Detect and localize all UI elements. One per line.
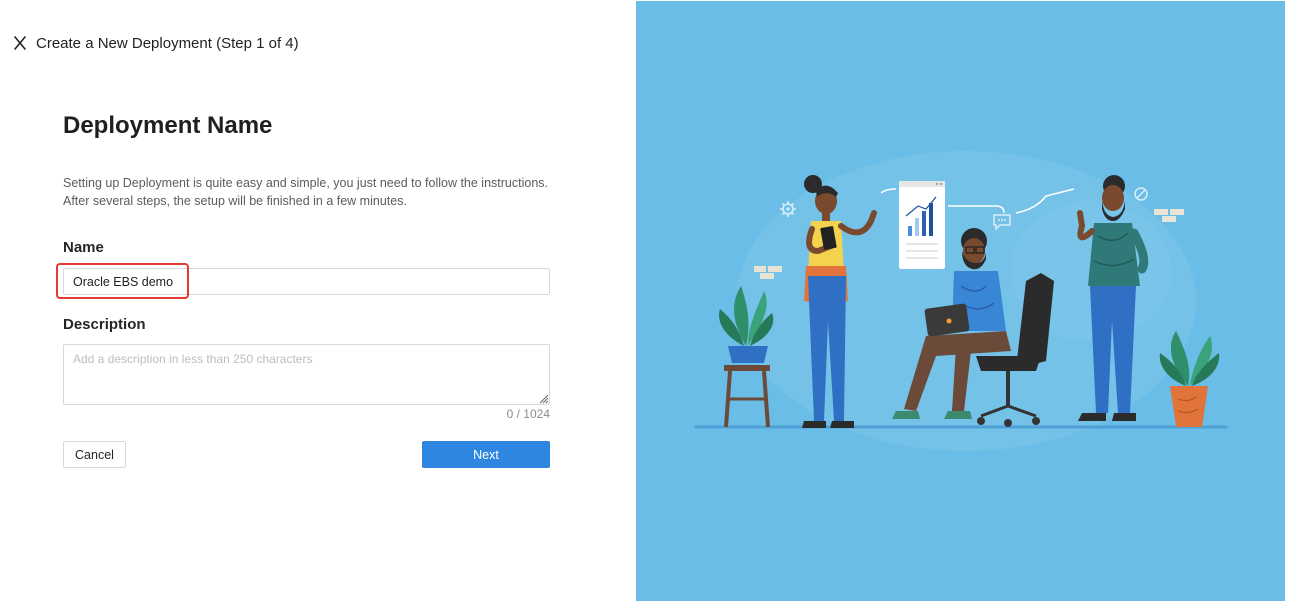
resize-handle-icon[interactable] xyxy=(537,392,549,404)
char-counter: 0 / 1024 xyxy=(506,407,550,421)
cancel-button[interactable]: Cancel xyxy=(63,441,126,468)
intro-line-2: After several steps, the setup will be f… xyxy=(63,194,407,208)
next-button[interactable]: Next xyxy=(422,441,550,468)
wizard-form-pane: Create a New Deployment (Step 1 of 4) De… xyxy=(0,0,635,607)
team-illustration xyxy=(694,151,1228,451)
intro-text: Setting up Deployment is quite easy and … xyxy=(63,174,563,210)
description-label: Description xyxy=(63,316,146,333)
close-icon[interactable] xyxy=(12,35,28,51)
page-title: Deployment Name xyxy=(63,112,273,139)
description-textarea[interactable] xyxy=(63,344,550,405)
intro-line-1: Setting up Deployment is quite easy and … xyxy=(63,176,548,190)
gear-icon xyxy=(780,201,796,217)
chart-board-icon xyxy=(899,181,945,269)
potted-plant-icon xyxy=(719,286,774,428)
name-input[interactable] xyxy=(63,268,550,295)
name-label: Name xyxy=(63,239,104,256)
wizard-title: Create a New Deployment (Step 1 of 4) xyxy=(36,35,299,52)
illustration-panel xyxy=(636,1,1285,601)
